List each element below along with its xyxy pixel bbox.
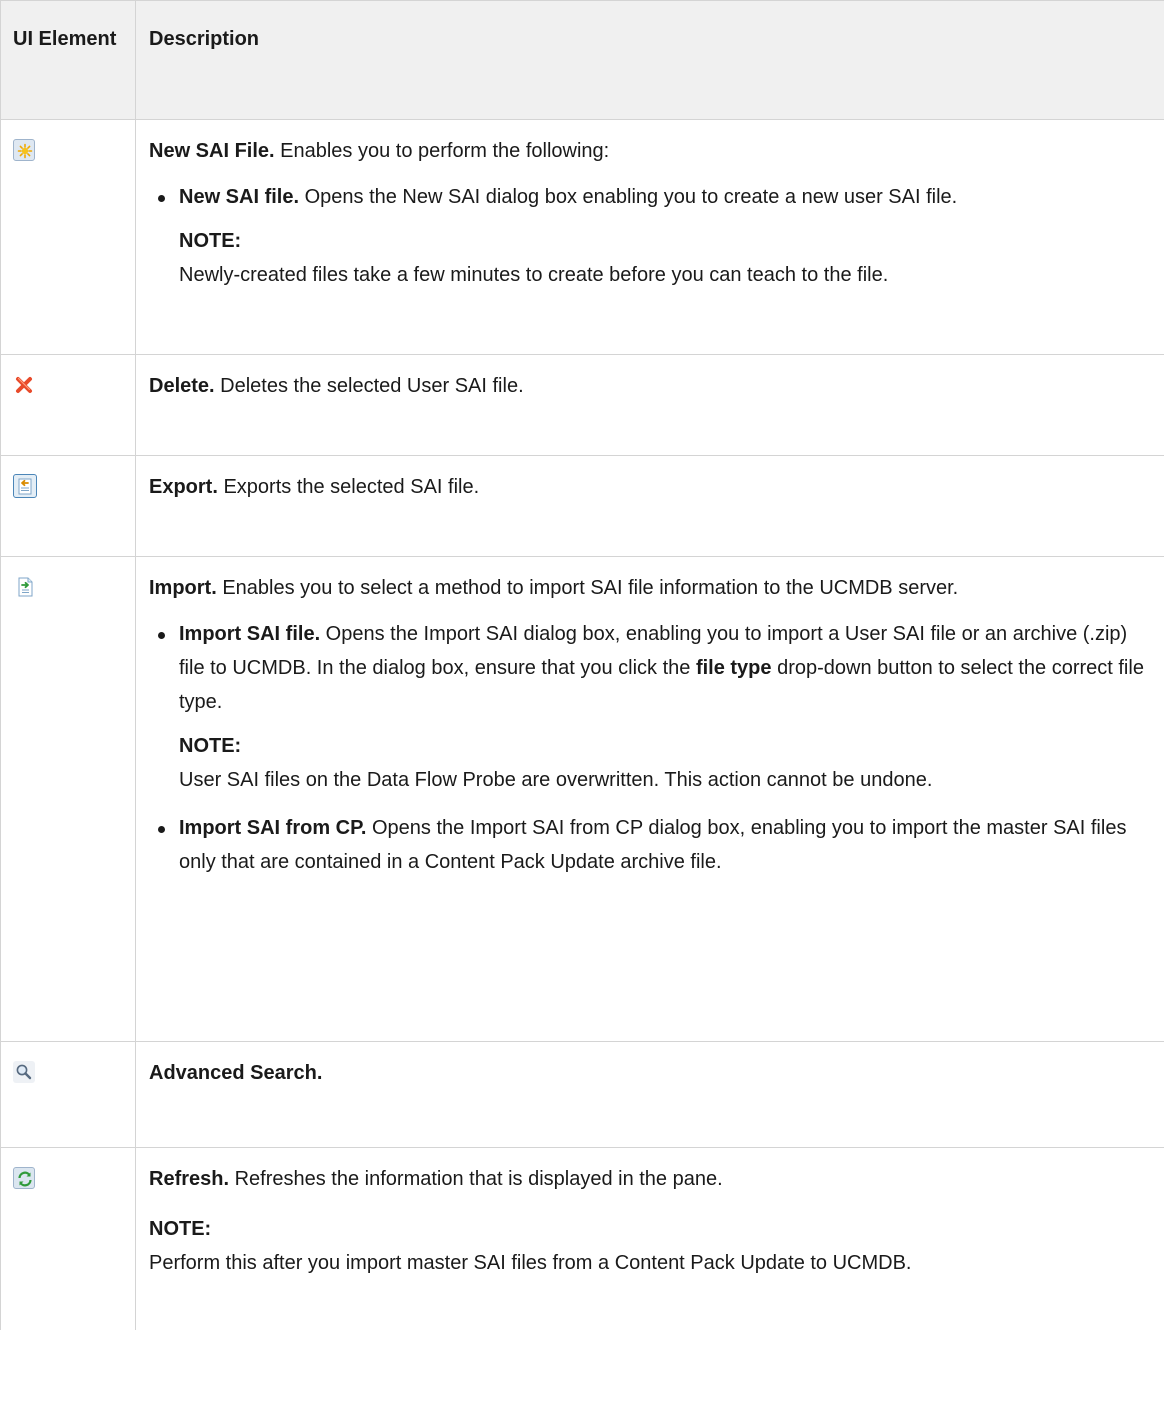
row-title: Delete.	[149, 375, 215, 397]
row-title: Export.	[149, 476, 218, 498]
table-row: Export. Exports the selected SAI file.	[0, 455, 1164, 557]
row-title: New SAI File.	[149, 140, 275, 162]
export-icon	[13, 474, 37, 498]
note-text: User SAI files on the Data Flow Probe ar…	[179, 769, 933, 791]
table-header-row: UI Element Description	[0, 0, 1164, 120]
new-file-icon	[13, 139, 35, 161]
table-row: Delete. Deletes the selected User SAI fi…	[0, 354, 1164, 456]
delete-icon	[13, 374, 35, 396]
ui-elements-table: UI Element Description New SAI File. Ena…	[0, 0, 1164, 1330]
list-item: Import SAI file. Opens the Import SAI di…	[158, 617, 1147, 797]
table-row: New SAI File. Enables you to perform the…	[0, 119, 1164, 355]
import-icon	[13, 575, 37, 599]
row-description: Export. Exports the selected SAI file.	[149, 476, 480, 498]
note: NOTE: User SAI files on the Data Flow Pr…	[179, 729, 1147, 797]
refresh-icon	[13, 1167, 35, 1189]
table-row: Refresh. Refreshes the information that …	[0, 1147, 1164, 1330]
search-icon	[13, 1061, 35, 1083]
table-row: Import. Enables you to select a method t…	[0, 556, 1164, 1042]
row-description: Import. Enables you to select a method t…	[149, 577, 959, 599]
header-ui-element: UI Element	[0, 0, 136, 120]
list-item: New SAI file. Opens the New SAI dialog b…	[158, 180, 1147, 292]
note-text: Perform this after you import master SAI…	[149, 1252, 912, 1274]
list-item: Import SAI from CP. Opens the Import SAI…	[158, 811, 1147, 879]
row-title: Import.	[149, 577, 217, 599]
bullet-list: Import SAI file. Opens the Import SAI di…	[149, 617, 1147, 879]
row-description: New SAI File. Enables you to perform the…	[149, 140, 610, 162]
note-label: NOTE:	[179, 735, 242, 757]
header-description: Description	[135, 0, 1164, 120]
row-title: Refresh.	[149, 1168, 230, 1190]
note-text: Newly-created files take a few minutes t…	[179, 264, 889, 286]
note: NOTE: Perform this after you import mast…	[149, 1212, 1147, 1280]
bullet-list: New SAI file. Opens the New SAI dialog b…	[149, 180, 1147, 292]
row-description: Refresh. Refreshes the information that …	[149, 1168, 723, 1190]
table-row: Advanced Search.	[0, 1041, 1164, 1148]
note-label: NOTE:	[179, 230, 242, 252]
row-description: Delete. Deletes the selected User SAI fi…	[149, 375, 524, 397]
row-description: Advanced Search.	[149, 1056, 1147, 1090]
row-title: Advanced Search.	[149, 1062, 323, 1084]
note-label: NOTE:	[149, 1218, 212, 1240]
note: NOTE: Newly-created files take a few min…	[179, 224, 1147, 292]
